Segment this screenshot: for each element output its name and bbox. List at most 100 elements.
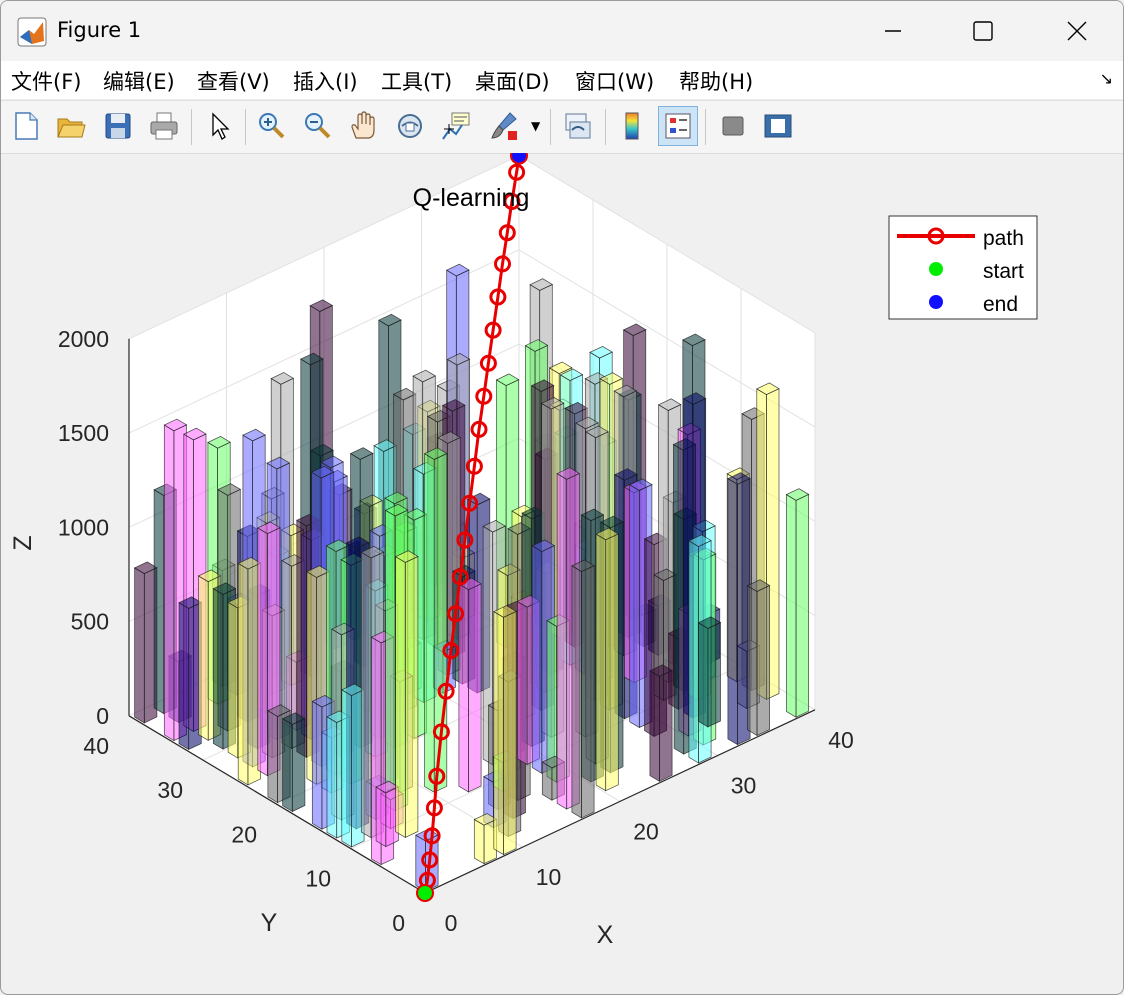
x-tick-label: 10 — [536, 864, 562, 890]
colorbar-button[interactable] — [612, 106, 652, 146]
x-tick-label: 40 — [828, 727, 854, 753]
toolbar-separator — [705, 109, 706, 145]
x-tick-label: 0 — [445, 910, 458, 936]
new-figure-button[interactable] — [6, 106, 46, 146]
obstacle-bar — [237, 557, 262, 786]
figure-canvas: 0 0 10 10 20 20 30 30 40 40 0 500 1000 1500 2000 X Y Z Q-… — [9, 153, 1038, 949]
obstacle-bar — [595, 527, 620, 792]
minimize-icon — [885, 30, 901, 32]
obstacle-bar — [341, 683, 365, 848]
chart-title: Q-learning — [413, 184, 530, 212]
close-icon — [1067, 21, 1087, 41]
close-button[interactable] — [1031, 1, 1123, 61]
legend-button[interactable] — [658, 106, 698, 146]
start-marker — [416, 884, 434, 902]
menu-file[interactable]: 文件(F) — [11, 66, 81, 96]
menu-help[interactable]: 帮助(H) — [679, 66, 753, 96]
rotate-3d-button[interactable] — [390, 106, 430, 146]
brush-icon — [491, 112, 517, 140]
menu-desktop[interactable]: 桌面(D) — [475, 66, 550, 96]
x-tick-label: 30 — [731, 773, 757, 799]
y-tick-label: 30 — [157, 777, 183, 803]
end-marker — [510, 153, 528, 165]
y-tick-label: 10 — [305, 866, 331, 892]
title-bar: Figure 1 — [1, 1, 1123, 61]
show-plot-tools-button[interactable] — [758, 106, 798, 146]
print-icon — [150, 112, 178, 140]
hide-plot-tools-icon — [722, 116, 744, 136]
legend-end-label: end — [983, 293, 1018, 316]
obstacle-bar — [571, 559, 595, 819]
z-axis-label: Z — [9, 535, 37, 550]
window-title: Figure 1 — [57, 18, 142, 42]
toolbar-separator — [605, 109, 606, 145]
save-icon — [105, 113, 131, 139]
minimize-button[interactable] — [847, 1, 939, 61]
pan-button[interactable] — [343, 106, 383, 146]
zoom-out-button[interactable] — [297, 106, 337, 146]
z-tick-label: 1500 — [58, 420, 109, 446]
figure-window: Figure 1 文件(F) 编辑(E) 查看(V) 插入(I) 工具(T) 桌… — [0, 0, 1124, 995]
obstacle-bar — [375, 780, 400, 848]
legend[interactable]: path start end — [888, 215, 1038, 320]
z-tick-label: 0 — [96, 703, 109, 729]
open-folder-icon — [57, 118, 86, 138]
obstacle-bar — [785, 488, 810, 718]
edit-plot-arrow-icon — [212, 112, 230, 140]
maximize-button[interactable] — [937, 1, 1029, 61]
zoom-in-icon — [259, 113, 285, 139]
pan-hand-icon — [351, 111, 375, 139]
menu-insert[interactable]: 插入(I) — [293, 66, 358, 96]
link-plot-icon — [565, 113, 591, 139]
obstacle-bar — [746, 579, 771, 737]
legend-start-label: start — [983, 260, 1024, 283]
toolbar-separator — [550, 109, 551, 145]
figure-toolbar: ▼ — [1, 100, 1123, 154]
legend-end-marker — [929, 295, 943, 309]
brush-dropdown-icon[interactable]: ▼ — [531, 119, 540, 133]
save-button[interactable] — [98, 106, 138, 146]
menu-edit[interactable]: 编辑(E) — [103, 66, 175, 96]
z-tick-label: 1000 — [58, 514, 109, 540]
maximize-icon — [973, 21, 993, 41]
obstacle-bar — [423, 447, 448, 793]
toolbar-separator — [191, 109, 192, 145]
dock-arrow-icon[interactable]: ↘ — [1100, 69, 1113, 88]
menu-window[interactable]: 窗口(W) — [575, 66, 654, 96]
legend-path-label: path — [983, 227, 1024, 250]
y-axis-label: Y — [261, 909, 278, 937]
show-plot-tools-icon — [764, 114, 792, 138]
rotate-3d-icon — [398, 114, 422, 138]
print-button[interactable] — [144, 106, 184, 146]
obstacle-bar — [473, 813, 498, 865]
obstacle-bar — [493, 605, 517, 856]
data-cursor-button[interactable] — [436, 106, 476, 146]
obstacle-bar — [281, 712, 306, 813]
menu-view[interactable]: 查看(V) — [197, 66, 270, 96]
toolbar-separator — [245, 109, 246, 145]
zoom-out-icon — [305, 113, 331, 139]
edit-plot-button[interactable] — [199, 106, 239, 146]
legend-start-marker — [929, 262, 943, 276]
x-axis-label: X — [597, 921, 614, 949]
brush-button[interactable] — [484, 106, 524, 146]
obstacle-bar — [178, 596, 203, 751]
menu-tools[interactable]: 工具(T) — [381, 66, 452, 96]
obstacle-bar — [394, 550, 419, 839]
data-cursor-icon — [442, 112, 470, 140]
y-tick-label: 0 — [392, 910, 405, 936]
new-figure-icon — [15, 112, 38, 140]
zoom-in-button[interactable] — [251, 106, 291, 146]
link-plot-button[interactable] — [558, 106, 598, 146]
obstacle-bar — [697, 616, 722, 728]
z-tick-label: 2000 — [58, 326, 109, 352]
obstacle-bar — [727, 472, 751, 746]
legend-icon — [665, 113, 691, 139]
z-tick-label: 500 — [71, 609, 109, 635]
open-file-button[interactable] — [51, 106, 91, 146]
colorbar-icon — [625, 112, 639, 140]
matlab-icon — [17, 17, 47, 47]
menu-bar: 文件(F) 编辑(E) 查看(V) 插入(I) 工具(T) 桌面(D) 窗口(W… — [1, 61, 1123, 99]
hide-plot-tools-button[interactable] — [713, 106, 753, 146]
x-tick-label: 20 — [633, 818, 659, 844]
